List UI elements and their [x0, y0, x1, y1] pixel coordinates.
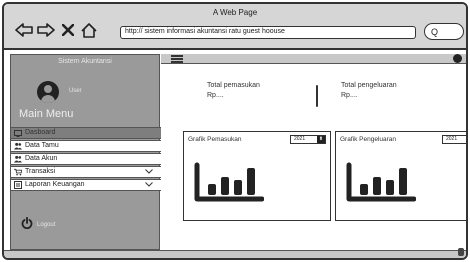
main-menu-heading: Main Menu — [19, 108, 74, 120]
user-profile-icon[interactable] — [453, 54, 462, 63]
expense-summary: Total pengeluaran Rp.... — [341, 81, 397, 101]
users-icon — [14, 142, 22, 150]
expense-chart-card: Grafik Pengeluaran 2021 ⬍ — [335, 131, 466, 221]
expense-label: Total pengeluaran — [341, 82, 397, 89]
sidebar-item-label: Transaksi — [25, 168, 56, 175]
users-icon — [14, 155, 22, 163]
divider — [316, 85, 318, 107]
content-topbar — [161, 54, 466, 64]
stepper-icon: ⬍ — [317, 136, 325, 143]
cart-icon — [14, 168, 22, 176]
sidebar-item-laporan-keuangan[interactable]: Laporan Keuangan — [11, 179, 161, 191]
back-arrow-icon[interactable] — [14, 20, 34, 40]
close-icon[interactable] — [60, 20, 76, 40]
hamburger-menu-icon[interactable] — [171, 55, 183, 63]
window-title: A Web Page — [212, 8, 258, 17]
logout-label: Logout — [37, 221, 56, 228]
chevron-down-icon[interactable] — [145, 167, 153, 177]
income-chart-card: Grafik Pemasukan 2021 ⬍ — [183, 131, 331, 221]
sidebar-item-data-akun[interactable]: Data Akun — [11, 153, 161, 165]
bar-chart-icon — [194, 162, 265, 202]
main-content: Total pemasukan Rp.... Total pengeluaran… — [161, 65, 466, 257]
status-bar — [4, 250, 466, 258]
sidebar-item-label: Data Akun — [25, 155, 58, 162]
sidebar-brand: Sistem Akuntansi — [58, 58, 112, 65]
income-value: Rp.... — [207, 92, 224, 99]
expense-value: Rp.... — [341, 92, 358, 99]
browser-chrome: A Web Page http:// sistem informasi akun… — [4, 4, 466, 50]
sidebar-item-label: Dasboard — [25, 129, 56, 136]
sidebar: Sistem Akuntansi User Main Menu Dasboard… — [10, 54, 161, 250]
browser-window: A Web Page http:// sistem informasi akun… — [2, 2, 468, 260]
forward-arrow-icon[interactable] — [36, 20, 56, 40]
income-label: Total pemasukan — [207, 82, 260, 89]
income-summary: Total pemasukan Rp.... — [207, 81, 260, 101]
sidebar-item-label: Laporan Keuangan — [25, 181, 85, 188]
report-icon — [14, 181, 22, 189]
expense-chart-title: Grafik Pengeluaran — [340, 136, 397, 143]
income-chart-title: Grafik Pemasukan — [188, 136, 242, 143]
bar-chart-icon — [346, 162, 417, 202]
search-field[interactable]: Q — [424, 23, 464, 40]
sidebar-item-dashboard[interactable]: Dasboard — [11, 127, 161, 139]
user-avatar-icon — [37, 81, 59, 103]
expense-year-value: 2021 — [446, 136, 458, 142]
power-icon — [21, 216, 33, 232]
expense-year-select[interactable]: 2021 ⬍ — [442, 135, 466, 144]
home-icon[interactable] — [80, 20, 98, 40]
income-year-select[interactable]: 2021 ⬍ — [290, 135, 326, 144]
income-year-value: 2021 — [294, 136, 306, 142]
sidebar-item-data-tamu[interactable]: Data Tamu — [11, 140, 161, 152]
dashboard-icon — [14, 129, 22, 137]
sidebar-item-label: Data Tamu — [25, 142, 59, 149]
user-label: User — [69, 88, 82, 94]
resize-handle[interactable] — [458, 248, 464, 256]
sidebar-item-transaksi[interactable]: Transaksi — [11, 166, 161, 178]
url-bar[interactable]: http:// sistem informasi akuntansi ratu … — [120, 26, 416, 39]
logout-button[interactable]: Logout — [21, 216, 56, 232]
search-icon: Q — [431, 26, 439, 37]
chevron-down-icon[interactable] — [145, 180, 153, 190]
